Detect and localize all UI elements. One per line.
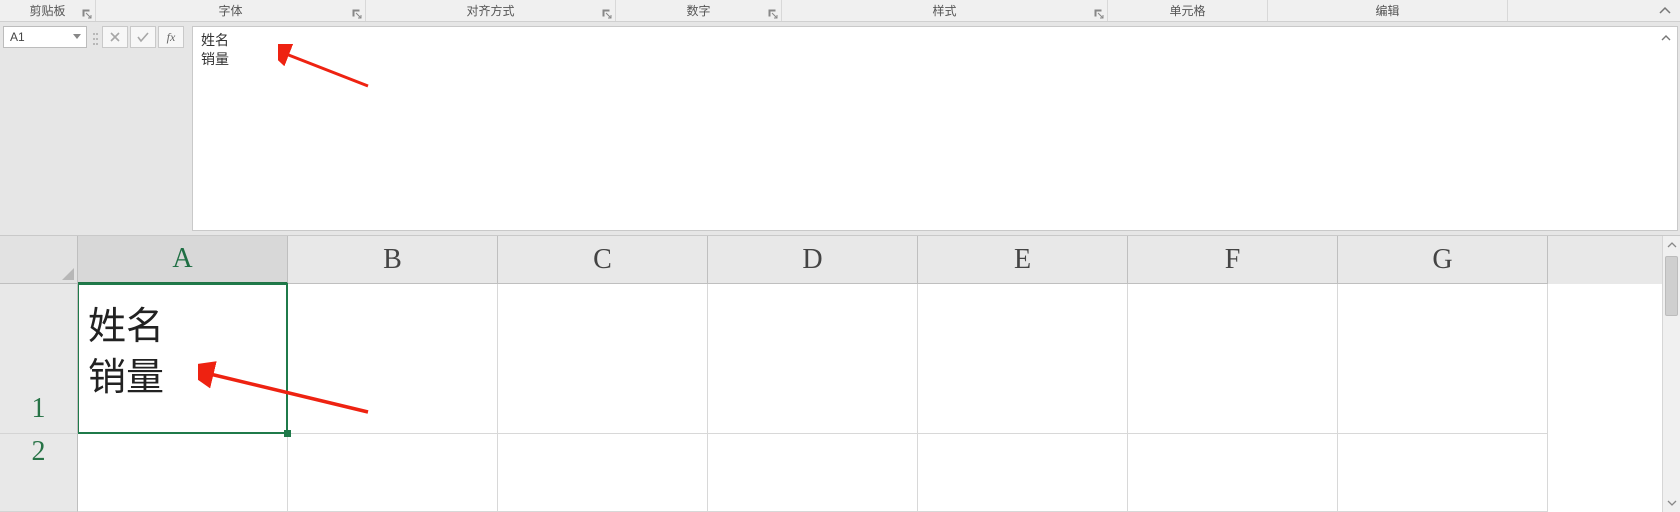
cell-G2[interactable] (1338, 434, 1548, 512)
cell-B2[interactable] (288, 434, 498, 512)
ribbon-group-label: 样式 (932, 2, 956, 19)
formula-bar-row: A1 fx 姓名 销量 (0, 22, 1680, 236)
dialog-launcher-icon[interactable] (81, 8, 93, 20)
row-header-2[interactable]: 2 (0, 434, 78, 512)
collapse-ribbon-button[interactable] (1650, 0, 1680, 21)
dialog-launcher-icon[interactable] (1093, 8, 1105, 20)
ribbon-group-clipboard: 剪贴板 (0, 0, 96, 21)
ribbon-group-alignment: 对齐方式 (366, 0, 616, 21)
enter-button[interactable] (130, 26, 156, 48)
formula-bar-drag-handle[interactable] (90, 22, 100, 235)
cell-C1[interactable] (498, 284, 708, 434)
formula-bar-collapse-button[interactable] (1658, 30, 1674, 46)
ribbon-group-label: 编辑 (1375, 2, 1399, 19)
row-header-column: 1 2 (0, 236, 78, 512)
formula-bar-buttons: fx (100, 22, 186, 235)
cell-E1[interactable] (918, 284, 1128, 434)
name-box-value: A1 (10, 30, 25, 44)
fill-handle[interactable] (284, 430, 291, 437)
scroll-up-icon[interactable] (1663, 236, 1680, 254)
cell-C2[interactable] (498, 434, 708, 512)
column-header-D[interactable]: D (708, 236, 918, 284)
cell-F2[interactable] (1128, 434, 1338, 512)
column-header-A[interactable]: A (78, 236, 288, 284)
cell-A1[interactable]: 姓名 销量 (78, 284, 288, 434)
cell-E2[interactable] (918, 434, 1128, 512)
formula-bar[interactable]: 姓名 销量 (192, 26, 1678, 231)
dialog-launcher-icon[interactable] (601, 8, 613, 20)
formula-bar-content: 姓名 销量 (193, 27, 1677, 73)
select-all-button[interactable] (0, 236, 78, 284)
ribbon-group-label: 单元格 (1169, 2, 1205, 19)
cell-D1[interactable] (708, 284, 918, 434)
chevron-down-icon[interactable] (70, 34, 84, 40)
ribbon-group-label: 对齐方式 (466, 2, 514, 19)
name-box[interactable]: A1 (3, 26, 87, 48)
cell-F1[interactable] (1128, 284, 1338, 434)
name-box-container: A1 (0, 22, 90, 235)
column-headers: A B C D E F G (78, 236, 1662, 284)
ribbon-group-label: 数字 (686, 2, 710, 19)
vertical-scrollbar[interactable] (1662, 236, 1680, 512)
ribbon-group-labels: 剪贴板 字体 对齐方式 数字 样式 单元格 编辑 (0, 0, 1680, 22)
scroll-down-icon[interactable] (1663, 494, 1680, 512)
cell-row-1: 姓名 销量 (78, 284, 1662, 434)
column-header-B[interactable]: B (288, 236, 498, 284)
worksheet-grid: 1 2 A B C D E F G 姓名 销量 (0, 236, 1680, 512)
fx-label: fx (167, 30, 176, 45)
column-header-E[interactable]: E (918, 236, 1128, 284)
dialog-launcher-icon[interactable] (351, 8, 363, 20)
ribbon-group-editing: 编辑 (1268, 0, 1508, 21)
ribbon-group-label: 剪贴板 (29, 2, 65, 19)
ribbon-group-styles: 样式 (782, 0, 1108, 21)
ribbon-group-cells: 单元格 (1108, 0, 1268, 21)
cell-G1[interactable] (1338, 284, 1548, 434)
cell-row-2 (78, 434, 1662, 512)
cancel-button[interactable] (102, 26, 128, 48)
cells-area[interactable]: 姓名 销量 (78, 284, 1662, 512)
column-header-F[interactable]: F (1128, 236, 1338, 284)
row-header-1[interactable]: 1 (0, 284, 78, 434)
cell-A1-content: 姓名 销量 (78, 284, 287, 405)
cell-B1[interactable] (288, 284, 498, 434)
scrollbar-thumb[interactable] (1665, 256, 1678, 316)
dialog-launcher-icon[interactable] (767, 8, 779, 20)
ribbon-group-font: 字体 (96, 0, 366, 21)
ribbon-group-label: 字体 (218, 2, 242, 19)
cell-A2[interactable] (78, 434, 288, 512)
cell-D2[interactable] (708, 434, 918, 512)
grid-main: A B C D E F G 姓名 销量 (78, 236, 1662, 512)
column-header-C[interactable]: C (498, 236, 708, 284)
column-header-G[interactable]: G (1338, 236, 1548, 284)
ribbon-group-number: 数字 (616, 0, 782, 21)
insert-function-button[interactable]: fx (158, 26, 184, 48)
